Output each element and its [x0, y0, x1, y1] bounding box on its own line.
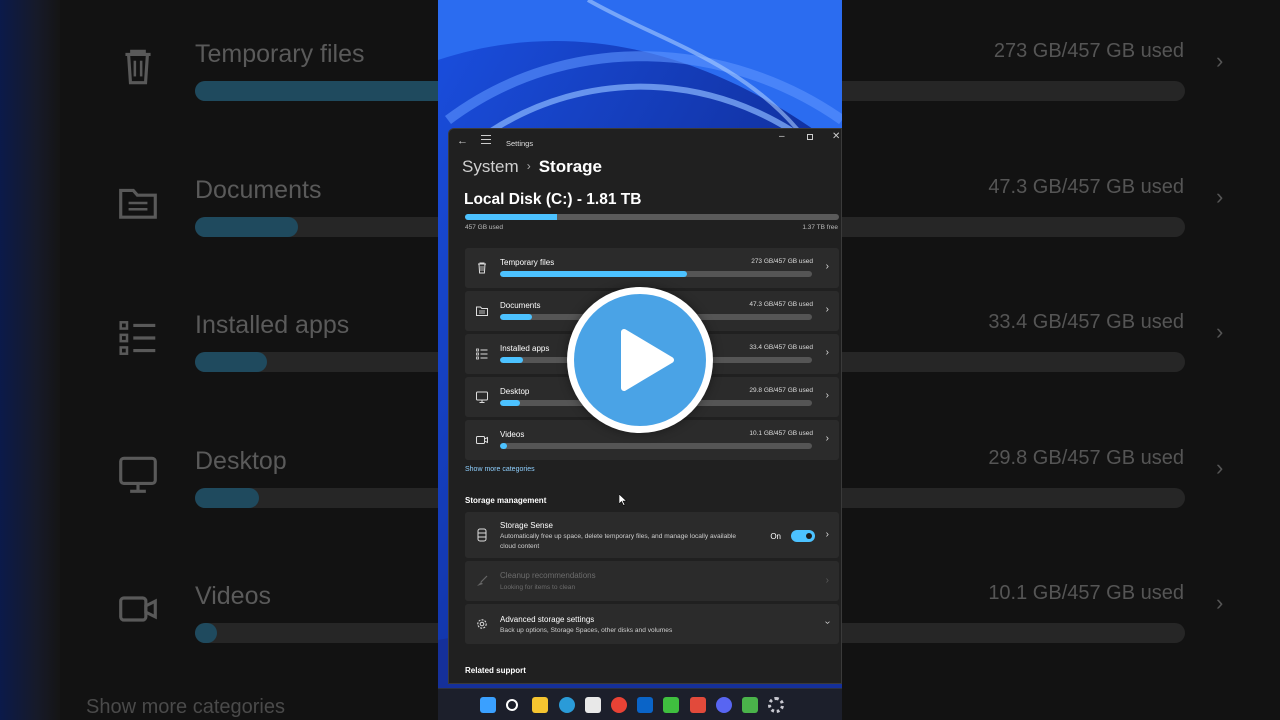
bg-category-used: 29.8 GB/457 GB used: [988, 446, 1184, 469]
taskbar-windows-start-icon[interactable]: [480, 697, 496, 713]
bg-category-label: Installed apps: [195, 311, 350, 339]
storage-sense-desc: Automatically free up space, delete temp…: [500, 533, 737, 550]
storage-sense-title: Storage Sense: [500, 521, 553, 530]
bg-category-label: Temporary files: [195, 40, 365, 68]
window-title: Settings: [506, 139, 534, 148]
bg-chevron-right-icon: ›: [1216, 454, 1224, 480]
taskbar-lock-app-icon[interactable]: [742, 697, 758, 713]
bg-folder-icon: [116, 181, 160, 225]
cleanup-title: Cleanup recommendations: [500, 571, 596, 580]
chevron-right-icon: ›: [825, 261, 829, 272]
chevron-right-icon: ›: [825, 347, 829, 358]
category-used: 10.1 GB/457 GB used: [749, 430, 813, 437]
category-label: Documents: [500, 301, 541, 310]
breadcrumb-system[interactable]: System: [462, 157, 519, 176]
chevron-right-icon: ›: [825, 529, 829, 540]
chevron-down-icon: ›: [821, 620, 833, 625]
breadcrumb-storage: Storage: [538, 157, 602, 176]
taskbar-store-icon[interactable]: [584, 697, 601, 713]
bg-category-label: Videos: [195, 582, 271, 610]
cleanup-desc: Looking for items to clean: [500, 584, 576, 591]
taskbar-outlook-icon[interactable]: [637, 697, 654, 713]
advanced-storage-title: Advanced storage settings: [500, 615, 595, 624]
bg-chevron-right-icon: ›: [1216, 183, 1224, 209]
back-arrow-icon[interactable]: ←: [457, 135, 468, 147]
cleanup-recommendations-card[interactable]: Cleanup recommendations Looking for item…: [465, 561, 839, 601]
mouse-cursor-icon: [619, 494, 627, 506]
disk-usage-bar: [465, 214, 839, 220]
chevron-right-icon: ›: [825, 433, 829, 444]
show-more-categories-link[interactable]: Show more categories: [465, 466, 535, 473]
bg-category-used: 33.4 GB/457 GB used: [988, 311, 1184, 333]
disk-title: Local Disk (C:) - 1.81 TB: [464, 191, 642, 208]
bg-chevron-right-icon: ›: [1216, 319, 1224, 344]
bg-show-more-text: Show more categories: [86, 696, 285, 718]
breadcrumb: System › Storage: [462, 157, 602, 177]
broom-icon: [475, 574, 489, 588]
category-used: 33.4 GB/457 GB used: [749, 344, 813, 351]
close-icon[interactable]: ✕: [832, 131, 840, 142]
bg-video-icon: [116, 587, 160, 631]
related-support-heading: Related support: [465, 666, 526, 675]
maximize-icon[interactable]: [807, 134, 813, 140]
bg-list-icon: [116, 316, 160, 360]
taskbar-discord-icon[interactable]: [715, 697, 732, 713]
bg-category-used: 10.1 GB/457 GB used: [988, 582, 1184, 604]
storage-sense-toggle-label: On: [770, 532, 781, 541]
category-label: Desktop: [500, 387, 530, 396]
play-icon: [621, 329, 674, 391]
taskbar: [438, 688, 842, 720]
advanced-storage-desc: Back up options, Storage Spaces, other d…: [500, 627, 673, 634]
bg-monitor-icon: [116, 452, 160, 496]
storage-management-heading: Storage management: [465, 496, 547, 505]
chevron-right-icon: ›: [825, 304, 829, 315]
taskbar-search-icon[interactable]: [506, 699, 519, 711]
folder-icon: [475, 304, 489, 318]
video-icon: [475, 433, 489, 447]
taskbar-chrome-icon[interactable]: [611, 697, 627, 713]
taskbar-edge-icon[interactable]: [558, 697, 575, 713]
breadcrumb-separator: ›: [526, 159, 531, 173]
bg-trash-icon: [116, 45, 160, 89]
category-used: 29.8 GB/457 GB used: [749, 387, 813, 394]
storage-category-row[interactable]: Temporary files 273 GB/457 GB used ›: [465, 248, 839, 288]
category-label: Temporary files: [500, 258, 555, 267]
minimize-icon[interactable]: –: [779, 131, 785, 142]
disk-free-text: 1.37 TB free: [802, 224, 838, 231]
category-label: Installed apps: [500, 344, 550, 353]
storage-sense-toggle[interactable]: [791, 530, 815, 542]
trash-icon: [475, 261, 489, 275]
category-usage-bar: [500, 271, 812, 277]
chevron-right-icon: ›: [825, 575, 829, 586]
chevron-right-icon: ›: [825, 390, 829, 401]
bg-chevron-right-icon: ›: [1216, 590, 1224, 615]
taskbar-settings-icon[interactable]: [768, 697, 785, 713]
category-used: 273 GB/457 GB used: [751, 258, 813, 265]
category-usage-bar: [500, 443, 812, 449]
bg-chevron-right-icon: ›: [1216, 48, 1224, 73]
bg-category-used: 273 GB/457 GB used: [993, 40, 1184, 62]
bg-category-label: Documents: [195, 175, 322, 204]
taskbar-app-green-icon[interactable]: [663, 697, 680, 713]
hamburger-menu-icon[interactable]: [481, 135, 491, 145]
monitor-icon: [475, 390, 489, 404]
storage-sense-icon: [475, 528, 489, 542]
title-bar: ← Settings – ✕: [449, 129, 841, 155]
disk-used-text: 457 GB used: [465, 224, 503, 231]
taskbar-app-red-icon[interactable]: [689, 697, 706, 713]
play-button[interactable]: [567, 287, 713, 433]
storage-sense-card[interactable]: Storage Sense Automatically free up spac…: [465, 512, 839, 558]
category-used: 47.3 GB/457 GB used: [749, 301, 813, 308]
bg-category-label: Desktop: [195, 446, 287, 475]
bg-category-used: 47.3 GB/457 GB used: [988, 175, 1184, 198]
taskbar-file-explorer-icon[interactable]: [532, 697, 549, 713]
video-frame: Temporary files 273 GB/457 GB used › Docume…: [0, 0, 1280, 720]
gear-icon: [475, 617, 489, 631]
advanced-storage-card[interactable]: Advanced storage settings Back up option…: [465, 604, 839, 644]
list-icon: [475, 347, 489, 361]
category-label: Videos: [500, 430, 525, 439]
